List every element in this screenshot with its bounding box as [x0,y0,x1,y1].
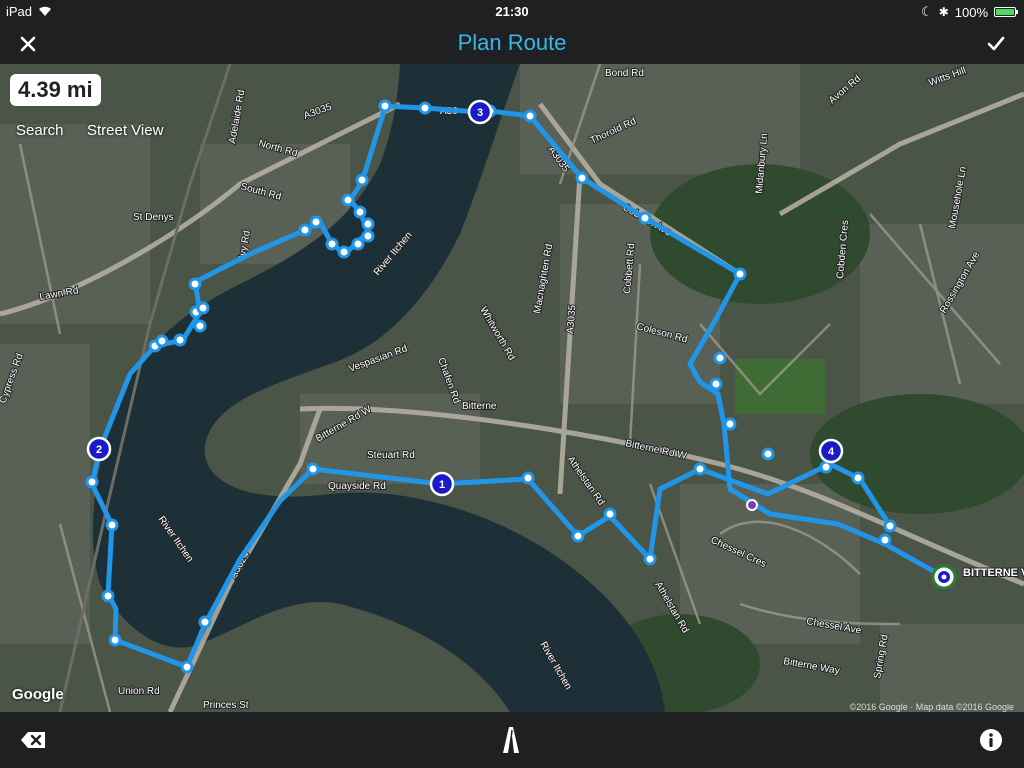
place-label: St Denys [133,212,174,223]
svg-text:3: 3 [477,107,483,119]
nav-bar: Plan Route [0,22,1024,64]
map-canvas[interactable]: A3035 A30 A3035 A3035 A3024 Bond Rd Thor… [0,64,1024,712]
road-label: Steuart Rd [367,450,415,461]
map-view[interactable]: A3035 A30 A3035 A3035 A3024 Bond Rd Thor… [0,64,1024,712]
road-label: Union Rd [118,686,160,697]
place-label: Bitterne [462,401,497,412]
svg-text:2: 2 [96,444,102,456]
waypoint-2[interactable]: 2 [86,436,112,462]
status-time: 21:30 [495,4,529,19]
svg-text:1: 1 [439,479,445,491]
backspace-icon [21,732,45,748]
google-logo: Google [12,686,64,703]
current-location-marker [746,499,758,511]
route-mode-button[interactable] [497,726,527,754]
road-label: Princes St [203,700,249,711]
route-distance: 4.39 mi [10,74,101,106]
waypoint-1[interactable]: 1 [429,471,455,497]
road-label: Bond Rd [605,68,644,79]
bluetooth-icon: ✱ [938,5,949,19]
road-label: Quayside Rd [328,481,386,492]
map-copyright: ©2016 Google · Map data ©2016 Google [849,702,1014,712]
bottom-toolbar [0,712,1024,768]
page-title: Plan Route [457,30,567,55]
place-label: BITTERNE VILLAGE [963,567,1024,579]
search-link[interactable]: Search [16,122,64,139]
svg-text:4: 4 [828,446,835,458]
delete-waypoint-button[interactable] [18,726,48,754]
checkmark-icon [987,36,1005,51]
waypoint-3[interactable]: 3 [467,99,493,125]
battery-percent: 100% [954,4,988,20]
road-icon [503,727,519,753]
status-bar: iPad 21:30 ☾ ✱ 100% [0,0,1024,22]
confirm-button[interactable] [980,28,1012,60]
info-button[interactable] [976,726,1006,754]
info-icon [980,729,1002,751]
street-view-link[interactable]: Street View [87,122,163,139]
moon-icon: ☾ [921,4,933,19]
waypoint-4[interactable]: 4 [818,438,844,464]
battery-icon [994,7,1018,17]
route-end-marker[interactable] [931,564,957,590]
